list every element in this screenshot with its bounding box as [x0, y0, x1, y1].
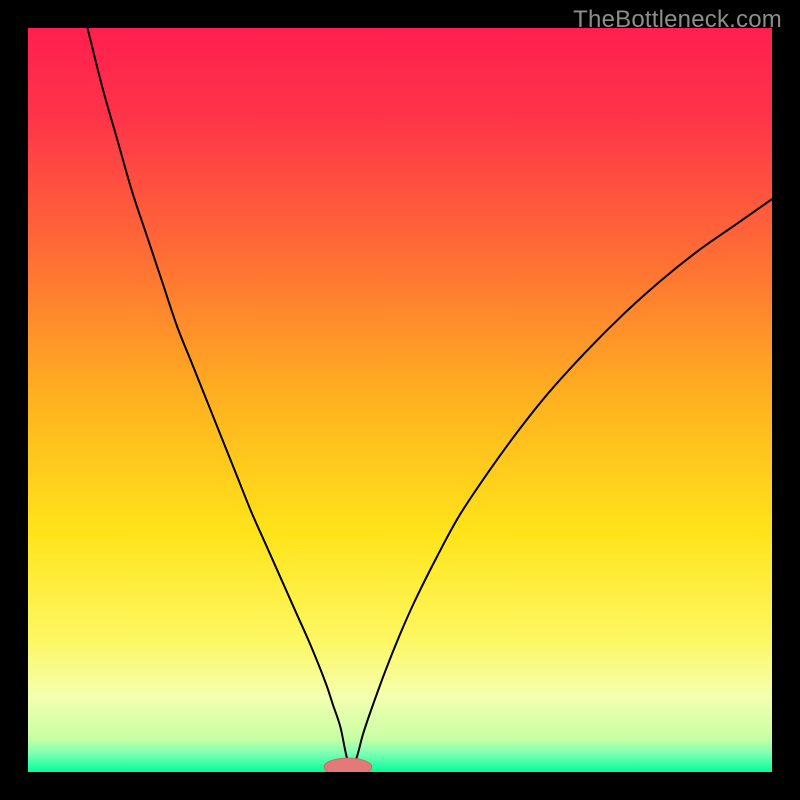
- optimal-point-marker: [324, 758, 372, 772]
- plot-area: [28, 28, 772, 772]
- gradient-background: [28, 28, 772, 772]
- outer-frame: TheBottleneck.com: [0, 0, 800, 800]
- bottleneck-chart: [28, 28, 772, 772]
